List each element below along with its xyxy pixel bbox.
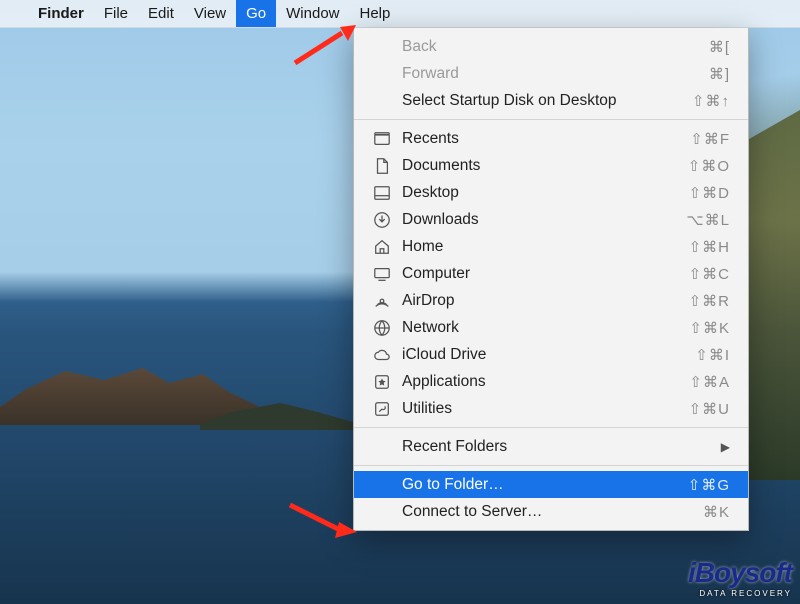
menu-item-recents[interactable]: Recents ⇧⌘F [354, 125, 748, 152]
menu-edit[interactable]: Edit [138, 0, 184, 27]
menu-item-computer[interactable]: Computer ⇧⌘C [354, 260, 748, 287]
menu-item-desktop[interactable]: Desktop ⇧⌘D [354, 179, 748, 206]
menu-separator [354, 119, 748, 120]
menu-item-go-to-folder[interactable]: Go to Folder… ⇧⌘G [354, 471, 748, 498]
menu-item-back: Back ⌘[ [354, 33, 748, 60]
menu-help[interactable]: Help [350, 0, 401, 27]
chevron-right-icon: ▶ [721, 440, 730, 454]
network-icon [372, 319, 392, 337]
menu-item-startup-disk[interactable]: Select Startup Disk on Desktop ⇧⌘↑ [354, 87, 748, 114]
menu-file[interactable]: File [94, 0, 138, 27]
menu-item-recent-folders[interactable]: Recent Folders ▶ [354, 433, 748, 460]
menu-item-icloud[interactable]: iCloud Drive ⇧⌘I [354, 341, 748, 368]
icloud-icon [372, 346, 392, 364]
menu-separator [354, 465, 748, 466]
downloads-icon [372, 211, 392, 229]
menu-item-connect-to-server[interactable]: Connect to Server… ⌘K [354, 498, 748, 525]
menu-separator [354, 427, 748, 428]
home-icon [372, 238, 392, 256]
watermark-brand: iBoysoft [688, 557, 792, 588]
utilities-icon [372, 400, 392, 418]
go-menu-dropdown: Back ⌘[ Forward ⌘] Select Startup Disk o… [353, 28, 749, 531]
menu-bar: Finder File Edit View Go Window Help [0, 0, 800, 28]
applications-icon [372, 373, 392, 391]
desktop-icon [372, 184, 392, 202]
documents-icon [372, 157, 392, 175]
wallpaper-island [0, 365, 260, 425]
menu-item-utilities[interactable]: Utilities ⇧⌘U [354, 395, 748, 422]
menu-item-airdrop[interactable]: AirDrop ⇧⌘R [354, 287, 748, 314]
menu-go[interactable]: Go [236, 0, 276, 27]
menu-item-documents[interactable]: Documents ⇧⌘O [354, 152, 748, 179]
airdrop-icon [372, 292, 392, 310]
menu-item-home[interactable]: Home ⇧⌘H [354, 233, 748, 260]
computer-icon [372, 265, 392, 283]
watermark: iBoysoft DATA RECOVERY [688, 557, 792, 598]
menu-view[interactable]: View [184, 0, 236, 27]
menu-item-network[interactable]: Network ⇧⌘K [354, 314, 748, 341]
menu-item-applications[interactable]: Applications ⇧⌘A [354, 368, 748, 395]
menu-window[interactable]: Window [276, 0, 349, 27]
menu-item-downloads[interactable]: Downloads ⌥⌘L [354, 206, 748, 233]
menu-finder[interactable]: Finder [28, 0, 94, 27]
menu-item-forward: Forward ⌘] [354, 60, 748, 87]
recents-icon [372, 130, 392, 148]
watermark-sub: DATA RECOVERY [688, 589, 792, 598]
